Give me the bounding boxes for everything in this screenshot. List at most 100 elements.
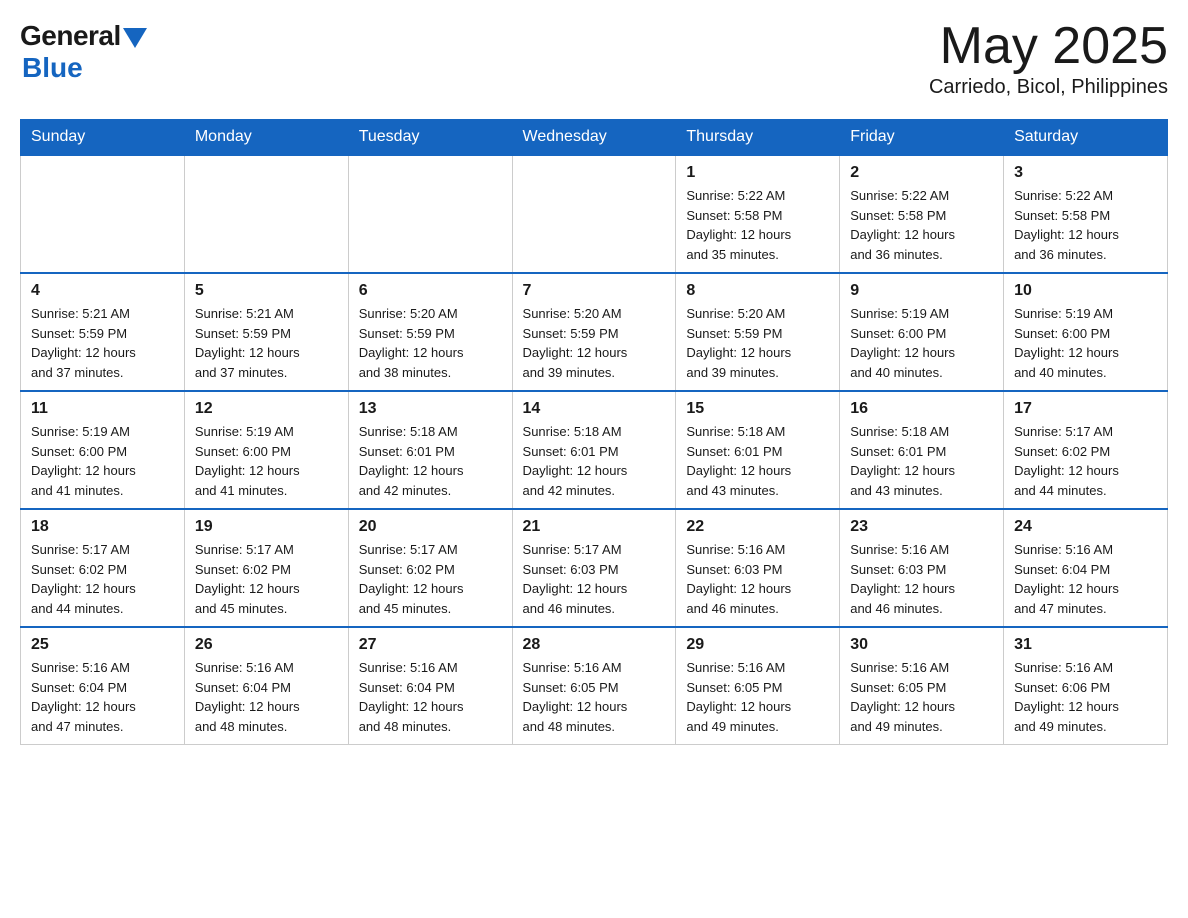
day-number: 8 bbox=[686, 282, 829, 300]
calendar-cell: 25 Sunrise: 5:16 AMSunset: 6:04 PMDayligh… bbox=[21, 627, 185, 745]
day-number: 20 bbox=[359, 518, 502, 536]
day-info: Sunrise: 5:22 AMSunset: 5:58 PMDaylight:… bbox=[1014, 186, 1157, 264]
day-number: 3 bbox=[1014, 164, 1157, 182]
month-title: May 2025 bbox=[929, 20, 1168, 72]
day-info: Sunrise: 5:20 AMSunset: 5:59 PMDaylight:… bbox=[686, 304, 829, 382]
logo-general-text: General bbox=[20, 20, 121, 52]
day-number: 26 bbox=[195, 636, 338, 654]
day-number: 29 bbox=[686, 636, 829, 654]
day-number: 17 bbox=[1014, 400, 1157, 418]
day-info: Sunrise: 5:19 AMSunset: 6:00 PMDaylight:… bbox=[195, 422, 338, 500]
day-info: Sunrise: 5:16 AMSunset: 6:03 PMDaylight:… bbox=[850, 540, 993, 618]
day-info: Sunrise: 5:19 AMSunset: 6:00 PMDaylight:… bbox=[31, 422, 174, 500]
day-info: Sunrise: 5:17 AMSunset: 6:02 PMDaylight:… bbox=[359, 540, 502, 618]
calendar-cell: 23 Sunrise: 5:16 AMSunset: 6:03 PMDayligh… bbox=[840, 509, 1004, 627]
calendar-cell: 22Sunrise: 5:16 AMSunset: 6:03 PMDayligh… bbox=[676, 509, 840, 627]
day-info: Sunrise: 5:16 AMSunset: 6:05 PMDaylight:… bbox=[523, 658, 666, 736]
calendar-cell: 19 Sunrise: 5:17 AMSunset: 6:02 PMDayligh… bbox=[184, 509, 348, 627]
day-number: 10 bbox=[1014, 282, 1157, 300]
calendar-cell: 27 Sunrise: 5:16 AMSunset: 6:04 PMDayligh… bbox=[348, 627, 512, 745]
day-number: 21 bbox=[523, 518, 666, 536]
calendar-cell: 26Sunrise: 5:16 AMSunset: 6:04 PMDayligh… bbox=[184, 627, 348, 745]
calendar-cell: 28 Sunrise: 5:16 AMSunset: 6:05 PMDayligh… bbox=[512, 627, 676, 745]
day-number: 6 bbox=[359, 282, 502, 300]
day-number: 25 bbox=[31, 636, 174, 654]
calendar-table: Sunday Monday Tuesday Wednesday Thursday… bbox=[20, 119, 1168, 745]
calendar-cell: 15 Sunrise: 5:18 AMSunset: 6:01 PMDayligh… bbox=[676, 391, 840, 509]
calendar-cell: 6 Sunrise: 5:20 AMSunset: 5:59 PMDaylight… bbox=[348, 273, 512, 391]
calendar-cell bbox=[21, 155, 185, 273]
day-number: 19 bbox=[195, 518, 338, 536]
day-info: Sunrise: 5:18 AMSunset: 6:01 PMDaylight:… bbox=[686, 422, 829, 500]
day-info: Sunrise: 5:21 AMSunset: 5:59 PMDaylight:… bbox=[31, 304, 174, 382]
calendar-cell: 20 Sunrise: 5:17 AMSunset: 6:02 PMDayligh… bbox=[348, 509, 512, 627]
day-number: 30 bbox=[850, 636, 993, 654]
calendar-cell: 17 Sunrise: 5:17 AMSunset: 6:02 PMDayligh… bbox=[1004, 391, 1168, 509]
calendar-cell: 13 Sunrise: 5:18 AMSunset: 6:01 PMDayligh… bbox=[348, 391, 512, 509]
day-number: 13 bbox=[359, 400, 502, 418]
week-row-5: 25 Sunrise: 5:16 AMSunset: 6:04 PMDayligh… bbox=[21, 627, 1168, 745]
week-row-1: 1 Sunrise: 5:22 AMSunset: 5:58 PMDaylight… bbox=[21, 155, 1168, 273]
calendar-cell: 7Sunrise: 5:20 AMSunset: 5:59 PMDaylight… bbox=[512, 273, 676, 391]
day-number: 1 bbox=[686, 164, 829, 182]
day-number: 27 bbox=[359, 636, 502, 654]
col-wednesday: Wednesday bbox=[512, 120, 676, 156]
week-row-4: 18 Sunrise: 5:17 AMSunset: 6:02 PMDayligh… bbox=[21, 509, 1168, 627]
week-row-3: 11 Sunrise: 5:19 AMSunset: 6:00 PMDayligh… bbox=[21, 391, 1168, 509]
calendar-cell bbox=[512, 155, 676, 273]
calendar-cell: 9Sunrise: 5:19 AMSunset: 6:00 PMDaylight… bbox=[840, 273, 1004, 391]
day-info: Sunrise: 5:16 AMSunset: 6:04 PMDaylight:… bbox=[1014, 540, 1157, 618]
day-number: 28 bbox=[523, 636, 666, 654]
calendar-header-row: Sunday Monday Tuesday Wednesday Thursday… bbox=[21, 120, 1168, 156]
col-monday: Monday bbox=[184, 120, 348, 156]
day-number: 11 bbox=[31, 400, 174, 418]
day-info: Sunrise: 5:17 AMSunset: 6:02 PMDaylight:… bbox=[195, 540, 338, 618]
calendar-cell: 14 Sunrise: 5:18 AMSunset: 6:01 PMDayligh… bbox=[512, 391, 676, 509]
day-info: Sunrise: 5:16 AMSunset: 6:04 PMDaylight:… bbox=[31, 658, 174, 736]
day-info: Sunrise: 5:22 AMSunset: 5:58 PMDaylight:… bbox=[686, 186, 829, 264]
day-number: 5 bbox=[195, 282, 338, 300]
day-info: Sunrise: 5:19 AMSunset: 6:00 PMDaylight:… bbox=[1014, 304, 1157, 382]
day-info: Sunrise: 5:22 AMSunset: 5:58 PMDaylight:… bbox=[850, 186, 993, 264]
calendar-cell: 21 Sunrise: 5:17 AMSunset: 6:03 PMDayligh… bbox=[512, 509, 676, 627]
day-info: Sunrise: 5:21 AMSunset: 5:59 PMDaylight:… bbox=[195, 304, 338, 382]
logo-triangle-icon bbox=[123, 28, 147, 48]
day-number: 22 bbox=[686, 518, 829, 536]
day-number: 24 bbox=[1014, 518, 1157, 536]
location-title: Carriedo, Bicol, Philippines bbox=[929, 76, 1168, 99]
calendar-cell: 31 Sunrise: 5:16 AMSunset: 6:06 PMDayligh… bbox=[1004, 627, 1168, 745]
calendar-cell: 16 Sunrise: 5:18 AMSunset: 6:01 PMDayligh… bbox=[840, 391, 1004, 509]
day-number: 23 bbox=[850, 518, 993, 536]
day-number: 2 bbox=[850, 164, 993, 182]
day-number: 18 bbox=[31, 518, 174, 536]
day-info: Sunrise: 5:20 AMSunset: 5:59 PMDaylight:… bbox=[359, 304, 502, 382]
day-info: Sunrise: 5:18 AMSunset: 6:01 PMDaylight:… bbox=[359, 422, 502, 500]
day-number: 15 bbox=[686, 400, 829, 418]
day-info: Sunrise: 5:17 AMSunset: 6:02 PMDaylight:… bbox=[31, 540, 174, 618]
day-info: Sunrise: 5:17 AMSunset: 6:02 PMDaylight:… bbox=[1014, 422, 1157, 500]
calendar-cell: 29 Sunrise: 5:16 AMSunset: 6:05 PMDayligh… bbox=[676, 627, 840, 745]
calendar-cell: 10 Sunrise: 5:19 AMSunset: 6:00 PMDayligh… bbox=[1004, 273, 1168, 391]
day-info: Sunrise: 5:17 AMSunset: 6:03 PMDaylight:… bbox=[523, 540, 666, 618]
calendar-cell: 30Sunrise: 5:16 AMSunset: 6:05 PMDayligh… bbox=[840, 627, 1004, 745]
col-friday: Friday bbox=[840, 120, 1004, 156]
col-sunday: Sunday bbox=[21, 120, 185, 156]
day-info: Sunrise: 5:16 AMSunset: 6:05 PMDaylight:… bbox=[686, 658, 829, 736]
day-number: 14 bbox=[523, 400, 666, 418]
calendar-cell: 4Sunrise: 5:21 AMSunset: 5:59 PMDaylight… bbox=[21, 273, 185, 391]
day-number: 7 bbox=[523, 282, 666, 300]
calendar-cell: 1 Sunrise: 5:22 AMSunset: 5:58 PMDaylight… bbox=[676, 155, 840, 273]
day-info: Sunrise: 5:16 AMSunset: 6:04 PMDaylight:… bbox=[359, 658, 502, 736]
col-tuesday: Tuesday bbox=[348, 120, 512, 156]
col-thursday: Thursday bbox=[676, 120, 840, 156]
calendar-cell: 8 Sunrise: 5:20 AMSunset: 5:59 PMDaylight… bbox=[676, 273, 840, 391]
day-info: Sunrise: 5:18 AMSunset: 6:01 PMDaylight:… bbox=[850, 422, 993, 500]
day-number: 9 bbox=[850, 282, 993, 300]
day-number: 31 bbox=[1014, 636, 1157, 654]
calendar-cell: 24 Sunrise: 5:16 AMSunset: 6:04 PMDayligh… bbox=[1004, 509, 1168, 627]
day-number: 12 bbox=[195, 400, 338, 418]
day-number: 16 bbox=[850, 400, 993, 418]
day-info: Sunrise: 5:16 AMSunset: 6:06 PMDaylight:… bbox=[1014, 658, 1157, 736]
calendar-cell: 5 Sunrise: 5:21 AMSunset: 5:59 PMDaylight… bbox=[184, 273, 348, 391]
day-info: Sunrise: 5:18 AMSunset: 6:01 PMDaylight:… bbox=[523, 422, 666, 500]
